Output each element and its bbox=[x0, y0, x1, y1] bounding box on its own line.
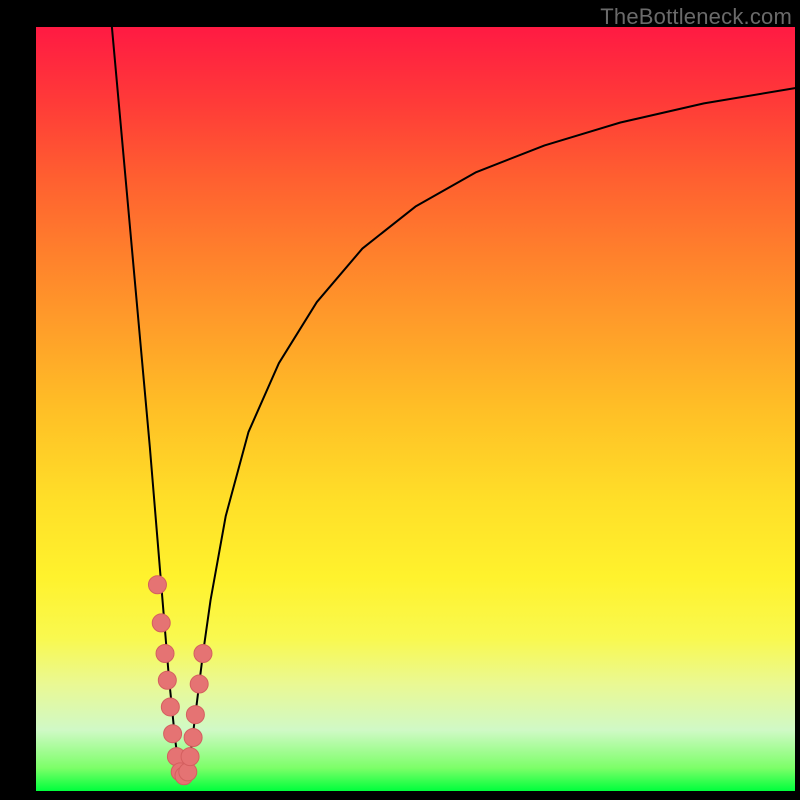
marker-dot bbox=[158, 671, 176, 689]
marker-dot bbox=[194, 644, 212, 662]
curve-left-branch bbox=[112, 27, 180, 776]
marker-dot bbox=[190, 675, 208, 693]
highlighted-points bbox=[148, 576, 212, 785]
marker-dot bbox=[152, 614, 170, 632]
bottleneck-curve-plot bbox=[36, 27, 795, 791]
marker-dot bbox=[164, 725, 182, 743]
marker-dot bbox=[181, 748, 199, 766]
marker-dot bbox=[184, 729, 202, 747]
marker-dot bbox=[156, 644, 174, 662]
marker-dot bbox=[161, 698, 179, 716]
marker-dot bbox=[186, 706, 204, 724]
curve-right-branch bbox=[188, 88, 795, 776]
marker-dot bbox=[148, 576, 166, 594]
